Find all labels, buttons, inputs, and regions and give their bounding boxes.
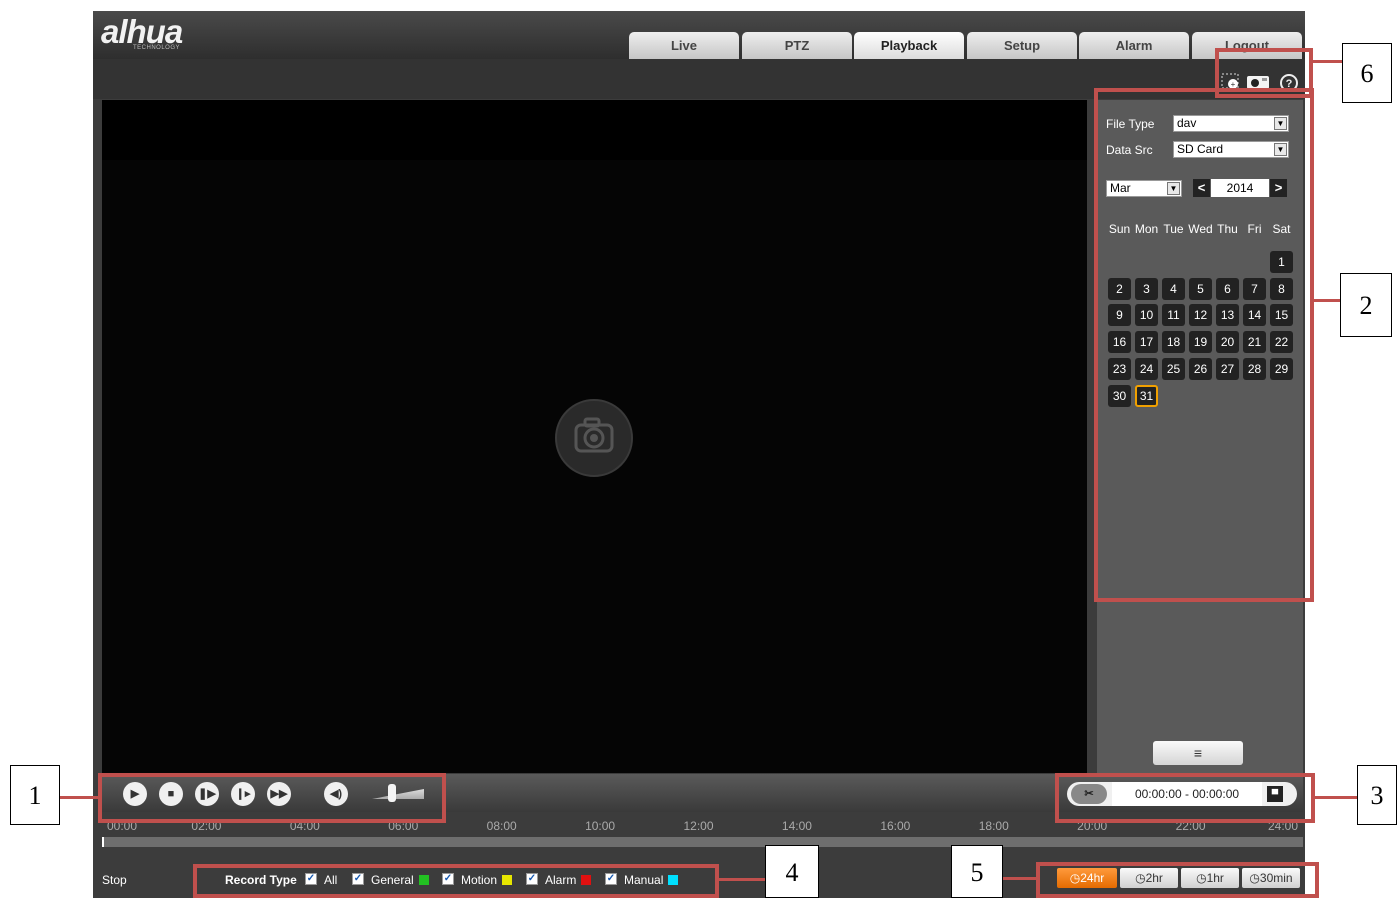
timeline-tick-label: 14:00 [781, 819, 812, 833]
annotation-line-5 [1001, 877, 1038, 880]
annotation-box-3 [1055, 773, 1315, 823]
annotation-line-1 [58, 796, 100, 799]
timeline-track[interactable] [102, 837, 1303, 847]
playback-status: Stop [102, 873, 127, 887]
file-list-button[interactable]: ≡ [1153, 741, 1243, 765]
annotation-line-2 [1312, 299, 1342, 302]
annotation-box-4 [193, 864, 719, 898]
callout-5: 5 [951, 845, 1003, 898]
timeline-tick-label: 08:00 [486, 819, 517, 833]
video-top-strip [102, 100, 1087, 160]
callout-1: 1 [10, 765, 60, 825]
tab-ptz[interactable]: PTZ [742, 32, 852, 59]
annotation-box-6 [1215, 48, 1313, 98]
callout-3: 3 [1357, 765, 1397, 825]
timeline-tick-label: 16:00 [880, 819, 911, 833]
brand-tagline: TECHNOLOGY [133, 45, 181, 51]
timeline-tick-label: 10:00 [585, 819, 616, 833]
list-icon: ≡ [1193, 745, 1203, 761]
timeline-tick-label: 18:00 [978, 819, 1009, 833]
tab-setup[interactable]: Setup [967, 32, 1077, 59]
video-viewport[interactable] [102, 100, 1087, 773]
tab-playback[interactable]: Playback [854, 32, 964, 59]
annotation-box-5 [1036, 862, 1319, 898]
callout-2: 2 [1340, 273, 1392, 337]
annotation-line-4 [717, 878, 765, 881]
timeline-cursor[interactable] [102, 837, 104, 847]
annotation-line-6 [1311, 60, 1344, 63]
annotation-box-2 [1094, 88, 1314, 602]
callout-4: 4 [765, 845, 819, 898]
camera-placeholder-icon [555, 399, 633, 477]
timeline-tick-label: 12:00 [683, 819, 714, 833]
annotation-box-1 [98, 773, 446, 823]
header: alhua TECHNOLOGY Live PTZ Playback Setup… [93, 11, 1305, 59]
tab-alarm[interactable]: Alarm [1079, 32, 1189, 59]
tab-live[interactable]: Live [629, 32, 739, 59]
annotation-line-3 [1313, 796, 1359, 799]
callout-6: 6 [1342, 43, 1392, 103]
